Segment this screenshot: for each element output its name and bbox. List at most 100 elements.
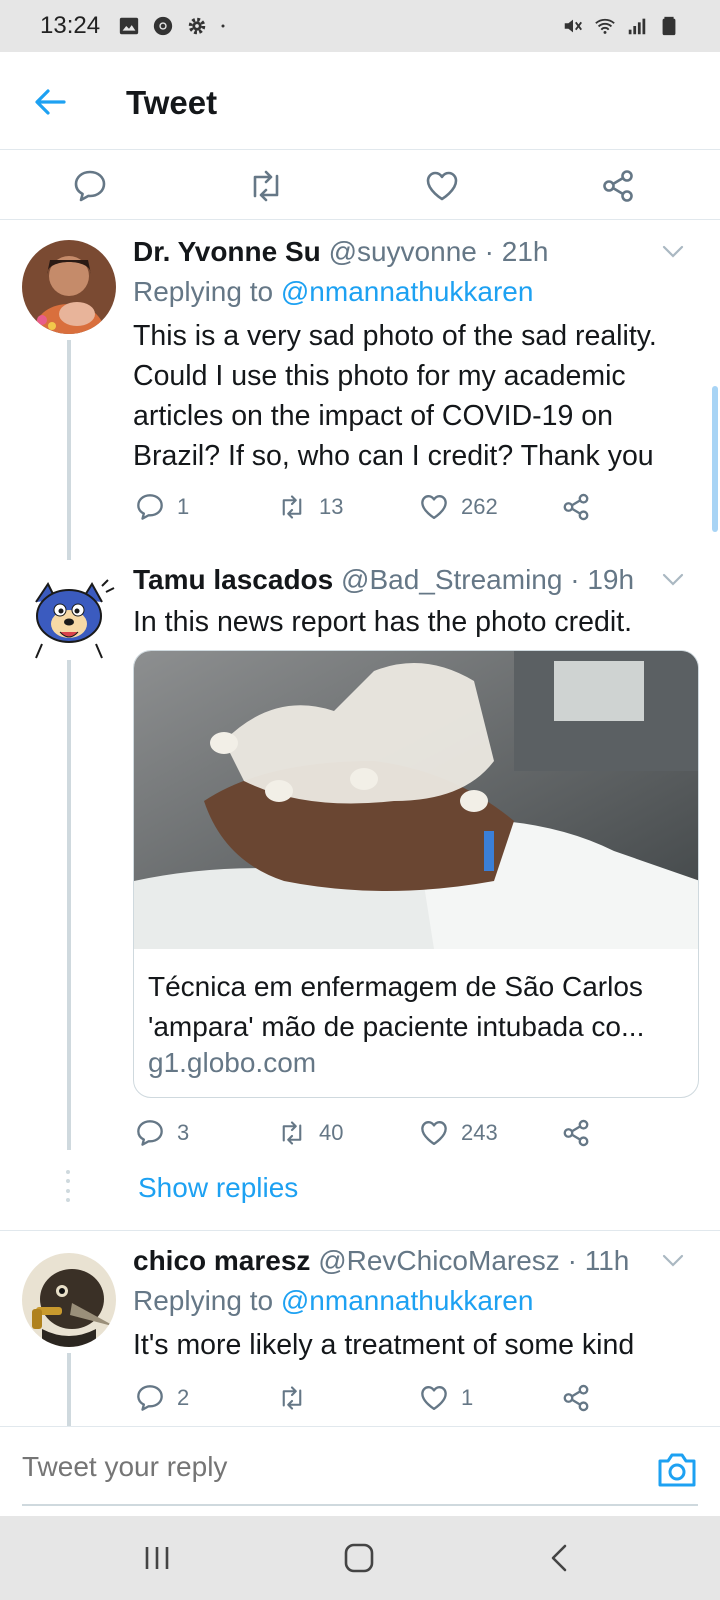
card-image xyxy=(134,651,698,949)
chevron-down-icon[interactable] xyxy=(660,1247,686,1273)
share-button[interactable] xyxy=(561,492,591,522)
author-name[interactable]: Dr. Yvonne Su xyxy=(133,236,321,267)
status-time: 13:24 xyxy=(40,12,101,39)
tweet-header: chico maresz @RevChicoMaresz · 11h xyxy=(133,1245,629,1277)
tweet-time: 11h xyxy=(584,1245,630,1276)
avatar[interactable] xyxy=(22,240,116,334)
chrome-icon xyxy=(153,16,173,36)
reply-icon xyxy=(74,170,106,202)
like-count: 243 xyxy=(461,1120,498,1145)
replying-label: Replying to xyxy=(133,1285,274,1316)
like-button[interactable]: 1 xyxy=(419,1383,473,1413)
recent-apps-icon xyxy=(145,1547,169,1569)
card-title: Técnica em enfermagem de São Carlos 'amp… xyxy=(148,971,645,1042)
show-replies-link[interactable]: Show replies xyxy=(138,1172,298,1204)
tweet-time: 21h xyxy=(501,236,549,267)
retweet-button[interactable]: 13 xyxy=(277,492,343,522)
tweet-header: Dr. Yvonne Su @suyvonne · 21h xyxy=(133,236,548,268)
thread-line xyxy=(67,1353,71,1426)
separator-dot: · xyxy=(484,236,494,267)
thread-line xyxy=(67,660,71,1150)
tweet-item[interactable]: Dr. Yvonne Su @suyvonne · 21h Replying t… xyxy=(0,220,720,560)
app-header: Tweet xyxy=(0,52,720,150)
author-handle[interactable]: @RevChicoMaresz xyxy=(318,1245,560,1276)
reply-button[interactable]: 3 xyxy=(135,1118,189,1148)
gallery-icon xyxy=(119,17,139,35)
share-icon xyxy=(563,1384,589,1412)
share-button[interactable] xyxy=(590,158,646,214)
main-tweet-actions xyxy=(0,150,720,220)
heart-icon xyxy=(421,1386,447,1410)
signal-icon xyxy=(628,18,646,35)
reply-button[interactable]: 2 xyxy=(135,1383,189,1413)
share-icon xyxy=(603,170,633,202)
reply-button[interactable] xyxy=(62,158,118,214)
retweet-button[interactable] xyxy=(277,1383,319,1413)
retweet-count: 13 xyxy=(319,494,344,519)
author-name[interactable]: Tamu lascados xyxy=(133,564,333,595)
thread-line xyxy=(67,340,71,560)
reply-underline xyxy=(22,1504,698,1506)
like-button[interactable]: 262 xyxy=(419,492,498,522)
recent-apps-button[interactable] xyxy=(137,1538,177,1578)
replying-label: Replying to xyxy=(133,276,274,307)
page-title: Tweet xyxy=(126,84,218,121)
reply-count: 2 xyxy=(177,1385,190,1410)
author-handle[interactable]: @suyvonne xyxy=(329,236,477,267)
thread-dots xyxy=(66,1170,70,1202)
reply-button[interactable]: 1 xyxy=(135,492,189,522)
tweet-text: It's more likely a treatment of some kin… xyxy=(133,1329,635,1361)
share-icon xyxy=(563,1119,589,1147)
mention-link[interactable]: @nmannathukkaren xyxy=(281,276,534,307)
tweet-header: Tamu lascados @Bad_Streaming · 19h xyxy=(133,564,634,596)
retweet-button[interactable]: 40 xyxy=(277,1118,343,1148)
avatar[interactable] xyxy=(22,1253,116,1347)
link-card[interactable]: Técnica em enfermagem de São Carlos 'amp… xyxy=(133,650,699,1098)
dot-icon xyxy=(221,24,225,28)
replying-to: Replying to @nmannathukkaren xyxy=(133,1285,533,1317)
home-button[interactable] xyxy=(339,1538,379,1578)
separator-dot: · xyxy=(567,1245,577,1276)
settings-icon xyxy=(188,17,206,35)
back-button[interactable] xyxy=(540,1538,580,1578)
tweet-actions: 2 1 xyxy=(133,1383,603,1423)
share-button[interactable] xyxy=(561,1118,591,1148)
mention-link[interactable]: @nmannathukkaren xyxy=(281,1285,534,1316)
scrollbar[interactable] xyxy=(712,386,718,532)
retweet-count: 40 xyxy=(319,1120,344,1145)
retweet-icon xyxy=(253,170,279,202)
share-button[interactable] xyxy=(561,1383,591,1413)
avatar[interactable] xyxy=(22,572,116,666)
retweet-icon xyxy=(282,1386,302,1410)
reply-bar xyxy=(0,1426,720,1516)
heart-icon xyxy=(426,171,458,201)
replying-to: Replying to @nmannathukkaren xyxy=(133,276,533,308)
like-count: 1 xyxy=(461,1385,474,1410)
system-nav-bar xyxy=(0,1516,720,1600)
reply-count: 1 xyxy=(177,494,190,519)
retweet-button[interactable] xyxy=(238,158,294,214)
retweet-icon xyxy=(282,495,302,519)
retweet-icon xyxy=(282,1121,302,1145)
heart-icon xyxy=(421,495,447,519)
mute-icon xyxy=(564,19,582,33)
reply-input[interactable] xyxy=(22,1445,582,1489)
author-handle[interactable]: @Bad_Streaming xyxy=(341,564,562,595)
heart-icon xyxy=(421,1121,447,1145)
tweet-time: 19h xyxy=(587,564,635,595)
chevron-down-icon[interactable] xyxy=(660,238,686,264)
like-button[interactable] xyxy=(414,158,470,214)
author-name[interactable]: chico maresz xyxy=(133,1245,310,1276)
card-domain: g1.globo.com xyxy=(148,1047,317,1078)
status-bar: 13:24 xyxy=(0,0,720,52)
status-left-icons xyxy=(118,15,232,37)
status-right-icons xyxy=(562,15,680,37)
share-icon xyxy=(563,493,589,521)
tweet-text: In this news report has the photo credit… xyxy=(133,606,633,638)
like-button[interactable]: 243 xyxy=(419,1118,498,1148)
camera-icon[interactable] xyxy=(656,1449,698,1489)
back-arrow-icon[interactable] xyxy=(30,82,70,122)
reply-icon xyxy=(137,494,163,520)
tweet-item[interactable]: chico maresz @RevChicoMaresz · 11h Reply… xyxy=(0,1231,720,1426)
chevron-down-icon[interactable] xyxy=(660,566,686,592)
